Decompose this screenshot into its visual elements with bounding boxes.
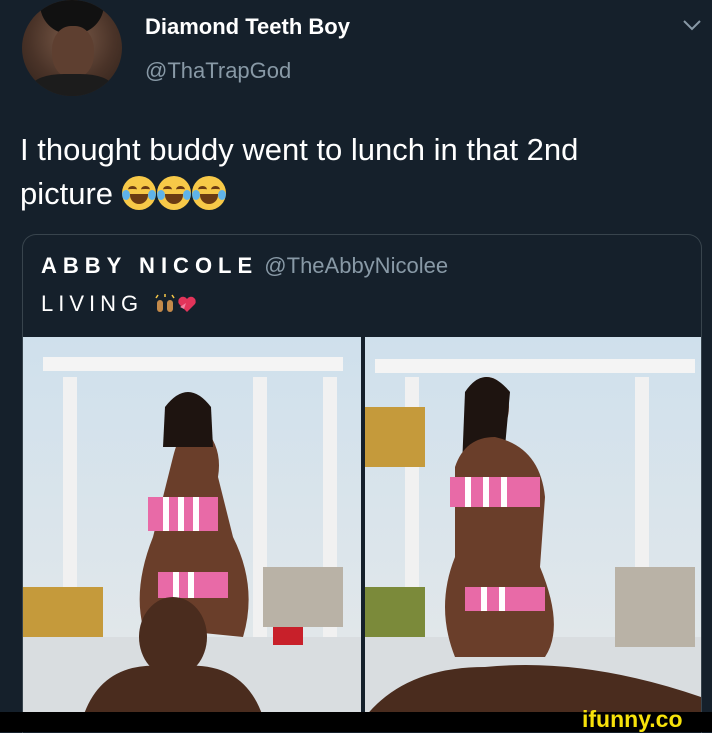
avatar[interactable] (22, 0, 122, 96)
photo-illustration (365, 337, 701, 717)
tweet-text: I thought buddy went to lunch in that 2n… (20, 132, 579, 211)
quoted-header: ABBY NICOLE @TheAbbyNicolee (41, 253, 448, 279)
tears-of-joy-emoji-icon (156, 176, 191, 210)
quoted-body: LIVING (41, 291, 198, 317)
quoted-photo-1[interactable] (23, 337, 361, 717)
raising-hands-emoji-icon (155, 294, 175, 312)
chevron-down-icon[interactable] (682, 18, 702, 32)
quoted-tweet-card[interactable]: ABBY NICOLE @TheAbbyNicolee LIVING (22, 234, 702, 733)
quoted-handle[interactable]: @TheAbbyNicolee (264, 253, 448, 278)
tears-of-joy-emoji-icon (121, 176, 156, 210)
tears-of-joy-emoji-icon (191, 176, 226, 210)
ifunny-watermark: ifunny.co (582, 706, 683, 732)
shirt-shape (32, 74, 112, 96)
heart-with-ribbon-emoji-icon (178, 296, 196, 312)
face-shape (52, 26, 94, 78)
quoted-photo-2[interactable] (365, 337, 701, 717)
author-display-name[interactable]: Diamond Teeth Boy (145, 14, 350, 40)
tweet-body: I thought buddy went to lunch in that 2n… (20, 128, 680, 216)
author-handle[interactable]: @ThaTrapGod (145, 58, 291, 84)
quoted-text: LIVING (41, 291, 144, 316)
photo-illustration (23, 337, 361, 717)
quoted-display-name[interactable]: ABBY NICOLE (41, 253, 258, 278)
